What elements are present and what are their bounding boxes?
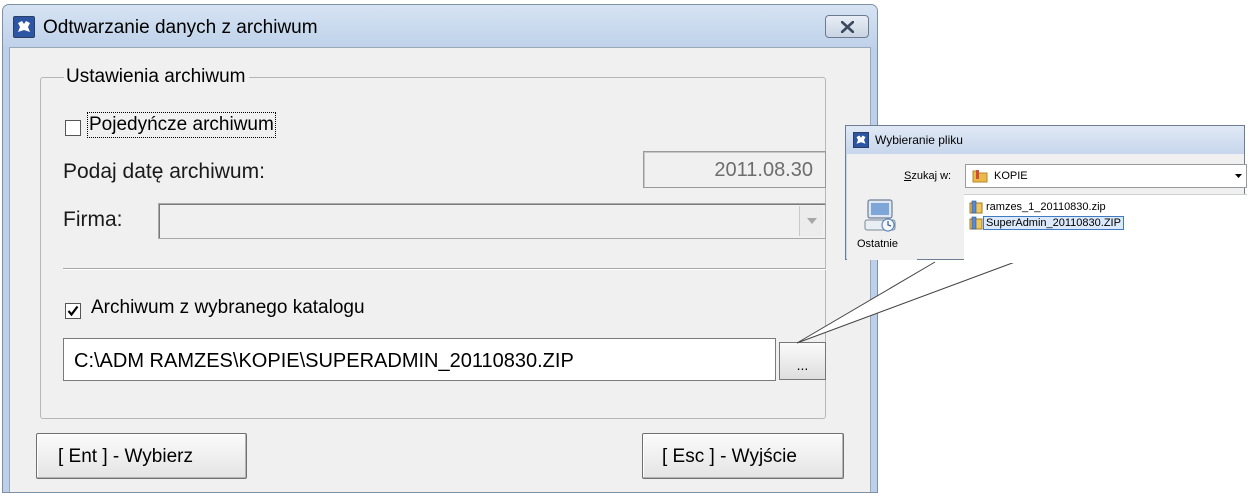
chevron-down-icon (1235, 174, 1242, 178)
app-icon (853, 132, 869, 148)
file-list: ramzes_1_20110830.zip SuperAdmin_2011083… (964, 194, 1247, 263)
file-picker-title: Wybieranie pliku (875, 133, 963, 147)
file-name: ramzes_1_20110830.zip (986, 201, 1106, 213)
zip-file-icon (969, 200, 983, 214)
current-folder: KOPIE (994, 170, 1028, 182)
look-in-select[interactable]: KOPIE (965, 164, 1247, 188)
zip-file-icon (969, 216, 983, 230)
file-name: SuperAdmin_20110830.ZIP (983, 216, 1124, 230)
file-picker-title-bar[interactable]: Wybieranie pliku (846, 126, 1244, 154)
recent-places-label[interactable]: Ostatnie (857, 238, 898, 250)
file-picker-window: Wybieranie pliku Szukaj w: KOPIE Ostatni… (845, 125, 1247, 263)
folder-icon (972, 170, 988, 183)
recent-places-icon[interactable] (864, 198, 898, 234)
places-bar: Ostatnie (847, 194, 917, 260)
file-picker-body: Szukaj w: KOPIE Ostatnie ramzes_1_201108… (847, 154, 1247, 263)
look-in-label: Szukaj w: (904, 170, 952, 182)
